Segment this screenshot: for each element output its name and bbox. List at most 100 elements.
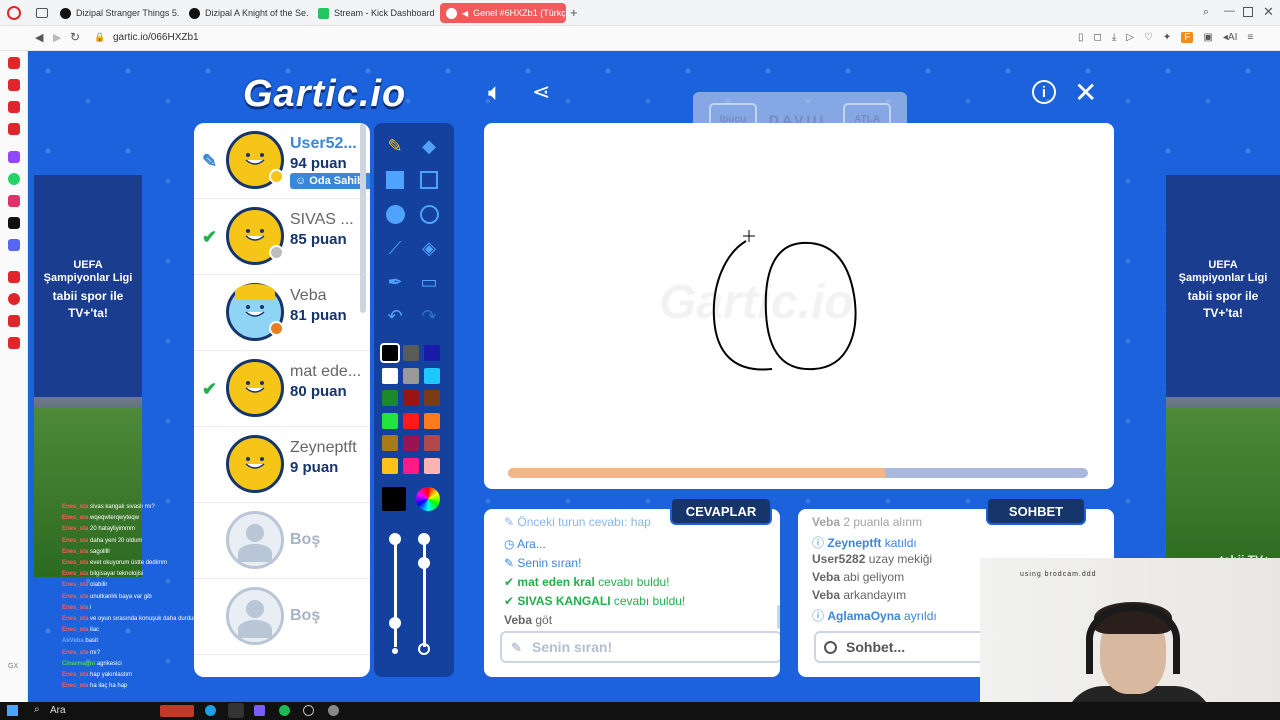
taskbar-game-widget[interactable]	[160, 705, 194, 717]
sidebar-app-icon[interactable]	[8, 79, 20, 91]
color-swatch[interactable]	[382, 390, 398, 406]
url-field[interactable]: gartic.io/066HXZb1	[113, 32, 199, 43]
new-tab-button[interactable]: +	[570, 5, 578, 20]
gartic-logo[interactable]: Gartic.io	[243, 73, 406, 116]
filled-circle-tool-icon[interactable]	[384, 203, 406, 225]
color-swatch[interactable]	[382, 435, 398, 451]
heart-icon[interactable]: ♡	[1144, 32, 1153, 43]
sidebar-app-icon[interactable]	[8, 293, 20, 305]
close-game-icon[interactable]: ✕	[1074, 76, 1097, 109]
steam-icon[interactable]	[303, 705, 314, 716]
active-app-icon[interactable]	[228, 703, 244, 718]
spotify-icon[interactable]	[279, 705, 290, 716]
opera-logo-icon[interactable]	[7, 6, 21, 20]
sidebar-app-icon[interactable]	[8, 271, 20, 283]
page-tool-icon[interactable]: ▭	[418, 271, 440, 293]
reload-icon[interactable]: ↻	[70, 30, 80, 44]
line-tool-icon[interactable]: ⟋	[384, 237, 406, 259]
color-wheel-icon[interactable]	[416, 487, 440, 511]
share-icon[interactable]: ⋖	[532, 79, 550, 105]
maximize-icon[interactable]	[1243, 7, 1253, 17]
pencil-tool-icon[interactable]: ✎	[384, 135, 406, 157]
color-swatch[interactable]	[403, 367, 419, 384]
play-icon[interactable]: ▷	[1126, 32, 1134, 43]
twitch-icon[interactable]	[8, 151, 20, 163]
size-slider-handle[interactable]	[389, 533, 401, 545]
color-swatch[interactable]	[382, 367, 398, 384]
sidebar-app-icon[interactable]	[8, 101, 20, 113]
answer-input[interactable]: ✎ Senin sıran!	[500, 631, 780, 663]
extension-icon[interactable]: ✦	[1163, 32, 1171, 43]
player-row[interactable]: ✎ User52... 94 puan ☺ Oda Sahibi	[194, 123, 370, 199]
color-swatch[interactable]	[382, 457, 398, 474]
discord-icon[interactable]	[8, 239, 20, 251]
gx-icon[interactable]: GX	[8, 663, 18, 670]
minimize-icon[interactable]: —	[1224, 5, 1235, 17]
eyedropper-tool-icon[interactable]: ✒	[384, 271, 406, 293]
color-swatch[interactable]	[424, 345, 440, 361]
forward-icon[interactable]: ▶	[53, 31, 61, 44]
aria-ai-icon[interactable]: ◂AI	[1223, 32, 1237, 43]
windows-start-icon[interactable]	[7, 705, 18, 716]
opacity-slider-handle[interactable]	[418, 557, 430, 569]
player-row[interactable]: Veba 81 puan	[194, 275, 370, 351]
color-swatch[interactable]	[403, 390, 419, 406]
player-row[interactable]: Zeyneptft 9 puan	[194, 427, 370, 503]
chat-tab[interactable]: SOHBET	[986, 497, 1086, 525]
profile-f-icon[interactable]: F	[1181, 32, 1194, 43]
size-slider-handle[interactable]	[389, 617, 401, 629]
color-swatch[interactable]	[424, 390, 440, 406]
tab-overview-icon[interactable]	[36, 8, 48, 18]
close-window-icon[interactable]: ✕	[1263, 4, 1274, 20]
tab-dizipal-knight[interactable]: Dizipal A Knight of the Se...	[183, 3, 309, 23]
rect-tool-icon[interactable]	[418, 169, 440, 191]
drawing-canvas[interactable]: Gartic.io	[484, 123, 1114, 489]
color-swatch[interactable]	[424, 435, 440, 451]
color-swatch[interactable]	[424, 412, 440, 429]
color-swatch[interactable]	[403, 457, 419, 474]
answers-scrollbar[interactable]	[777, 605, 780, 629]
x-icon[interactable]	[8, 217, 20, 229]
wallet-icon[interactable]: ▣	[1203, 32, 1212, 43]
tab-kick-dashboard[interactable]: Stream - Kick Dashboard	[312, 3, 436, 23]
edge-icon[interactable]	[205, 705, 216, 716]
circle-tool-icon[interactable]	[418, 203, 440, 225]
color-swatch[interactable]	[380, 343, 400, 363]
sidebar-app-icon[interactable]	[8, 315, 20, 327]
settings-icon[interactable]	[8, 337, 20, 349]
color-swatch[interactable]	[403, 435, 419, 451]
color-swatch[interactable]	[403, 345, 419, 361]
info-icon[interactable]: i	[1032, 80, 1056, 104]
sidebar-app-icon[interactable]	[8, 57, 20, 69]
tab-dizipal-stranger-things[interactable]: Dizipal Stranger Things 5...	[54, 3, 180, 23]
whatsapp-icon[interactable]	[8, 173, 20, 185]
ad-banner-right[interactable]: UEFA Şampiyonlar Ligi tabii spor ile TV+'…	[1166, 175, 1280, 577]
opacity-slider-handle[interactable]	[418, 533, 430, 545]
bookmark-icon[interactable]: ▯	[1078, 32, 1084, 43]
back-icon[interactable]: ◀	[35, 31, 43, 44]
obs-icon[interactable]	[328, 705, 339, 716]
undo-tool-icon[interactable]: ↶	[384, 305, 406, 327]
player-row[interactable]: ✔ SIVAS ... 85 puan	[194, 199, 370, 275]
current-color-swatch[interactable]	[382, 487, 406, 511]
snapshot-icon[interactable]: ◻	[1094, 32, 1102, 43]
filled-rect-tool-icon[interactable]	[384, 169, 406, 191]
instagram-icon[interactable]	[8, 195, 20, 207]
color-swatch[interactable]	[382, 412, 398, 429]
menu-icon[interactable]: ≡	[1247, 32, 1253, 43]
color-swatch[interactable]	[424, 457, 440, 474]
sound-icon[interactable]: 🔈︎	[488, 79, 502, 107]
player-list-scrollbar[interactable]	[360, 123, 366, 313]
player-row[interactable]: ✔ mat ede... 80 puan	[194, 351, 370, 427]
color-swatch[interactable]	[424, 367, 440, 384]
eraser-tool-icon[interactable]: ◆	[418, 135, 440, 157]
redo-tool-icon[interactable]: ↷	[418, 305, 440, 327]
tab-gartic-active[interactable]: ◀ Genel #6HXZb1 (Türkç...	[440, 3, 566, 23]
download-icon[interactable]: ⤓	[1112, 32, 1116, 43]
search-tabs-icon[interactable]: ⌕	[1203, 6, 1209, 19]
taskbar-search[interactable]: Ara	[50, 705, 66, 716]
teams-icon[interactable]	[254, 705, 265, 716]
sidebar-app-icon[interactable]	[8, 123, 20, 135]
color-swatch[interactable]	[403, 412, 419, 429]
answers-tab[interactable]: CEVAPLAR	[670, 497, 772, 525]
